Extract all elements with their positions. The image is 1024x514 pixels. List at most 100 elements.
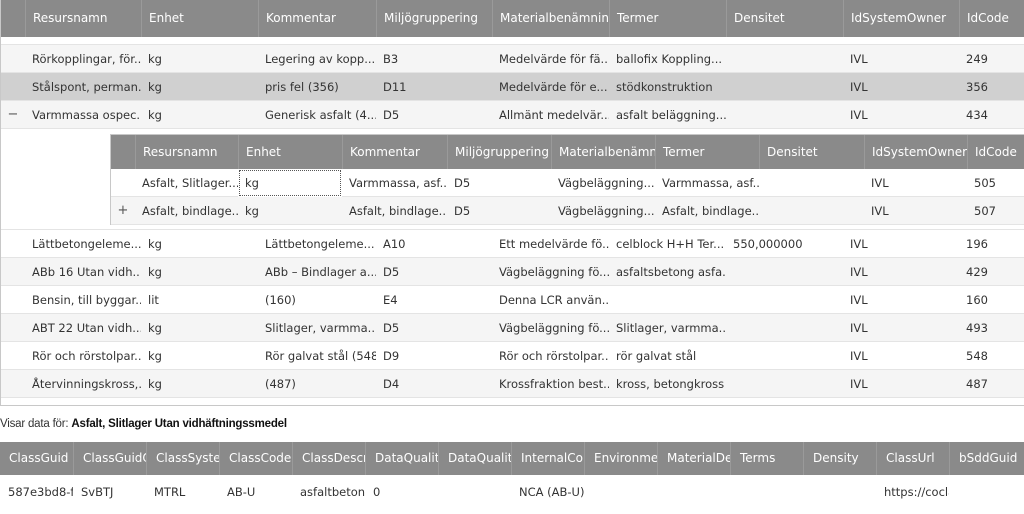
cell-enhet[interactable]: kg: [141, 230, 258, 258]
collapse-row-icon[interactable]: −: [1, 101, 25, 129]
cell-resursnamn[interactable]: Varmmassa ospec...: [25, 101, 141, 129]
column-header-density[interactable]: Density: [803, 442, 876, 475]
cell-densitet[interactable]: [759, 169, 864, 197]
nested-column-header-resursnamn[interactable]: Resursnamn: [135, 135, 238, 169]
table-row[interactable]: Bensin, till byggar... lit (160) E4 Denna LC…: [1, 286, 1024, 314]
cell-termer[interactable]: asfalt beläggning...: [609, 101, 726, 129]
nested-column-header-kommentar[interactable]: Kommentar: [342, 135, 447, 169]
column-header-materialbenamning[interactable]: Materialbenämning: [492, 0, 609, 37]
table-row-partial[interactable]: [1, 37, 1024, 45]
column-header-classsysten[interactable]: ClassSysten: [146, 442, 219, 475]
column-header-termer[interactable]: Termer: [609, 0, 726, 37]
cell-termer[interactable]: rör galvat stål: [609, 342, 726, 370]
cell-materialbenamning[interactable]: Vägbeläggning...: [551, 169, 655, 197]
cell-resursnamn[interactable]: Återvinningskross,...: [25, 370, 141, 398]
expand-row-icon[interactable]: +: [111, 197, 135, 225]
cell-termer[interactable]: celblock H+H Ter...: [609, 230, 726, 258]
cell-materialbenamning[interactable]: Vägbeläggning fö...: [492, 258, 609, 286]
nested-column-header-materialbenamning[interactable]: Materialbenämnin: [551, 135, 655, 169]
nested-column-header-idsystemowner[interactable]: IdSystemOwner: [864, 135, 967, 169]
cell-densitet[interactable]: [726, 314, 843, 342]
cell-id-system-owner[interactable]: IVL: [843, 314, 959, 342]
cell-terms[interactable]: [730, 475, 803, 509]
cell-id-system-owner[interactable]: IVL: [843, 258, 959, 286]
column-header-terms[interactable]: Terms: [730, 442, 803, 475]
cell-classurl[interactable]: https://cocla: [876, 475, 949, 509]
cell-id-code[interactable]: 356: [959, 73, 1024, 101]
cell-miljogruppering[interactable]: B3: [376, 45, 492, 73]
table-row[interactable]: Rör och rörstolpar... kg Rör galvat stål (…: [1, 342, 1024, 370]
cell-densitet[interactable]: [726, 45, 843, 73]
cell-internalcon[interactable]: NCA (AB-U): [511, 475, 584, 509]
cell-resursnamn[interactable]: Stålspont, perman...: [25, 73, 141, 101]
cell-environmen[interactable]: [584, 475, 657, 509]
cell-miljogruppering[interactable]: D5: [447, 169, 551, 197]
cell-densitet[interactable]: 550,000000: [726, 230, 843, 258]
cell-kommentar[interactable]: Rör galvat stål (548): [258, 342, 376, 370]
cell-densitet[interactable]: [759, 197, 864, 225]
cell-classguid[interactable]: 587e3bd8-f7: [0, 475, 73, 509]
cell-materialbenamning[interactable]: Medelvärde för e...: [492, 73, 609, 101]
cell-materialbenamning[interactable]: Medelvärde för fä...: [492, 45, 609, 73]
column-header-idcode[interactable]: IdCode: [959, 0, 1024, 37]
cell-materialbenamning[interactable]: Ett medelvärde fö...: [492, 230, 609, 258]
table-row-partial[interactable]: [1, 398, 1024, 405]
cell-id-system-owner[interactable]: IVL: [843, 101, 959, 129]
cell-density[interactable]: [803, 475, 876, 509]
cell-resursnamn[interactable]: Asfalt, bindlage...: [135, 197, 238, 225]
cell-id-code[interactable]: 487: [959, 370, 1024, 398]
cell-dataquality[interactable]: 0: [365, 475, 438, 509]
cell-id-system-owner[interactable]: IVL: [864, 197, 967, 225]
column-header-bsddguid[interactable]: bSddGuid: [949, 442, 1022, 475]
cell-id-code[interactable]: 196: [959, 230, 1024, 258]
column-header-materialdes[interactable]: MaterialDes: [657, 442, 730, 475]
cell-id-code[interactable]: 507: [967, 197, 1024, 225]
cell-bsddguid[interactable]: [949, 475, 1022, 509]
cell-miljogruppering[interactable]: D9: [376, 342, 492, 370]
cell-resursnamn[interactable]: Lättbetongeleme...: [25, 230, 141, 258]
cell-miljogruppering[interactable]: D5: [376, 314, 492, 342]
cell-enhet[interactable]: kg: [141, 370, 258, 398]
cell-kommentar[interactable]: ABb – Bindlager a...: [258, 258, 376, 286]
cell-resursnamn[interactable]: Bensin, till byggar...: [25, 286, 141, 314]
cell-kommentar[interactable]: Asfalt, bindlage...: [342, 197, 447, 225]
cell-id-system-owner[interactable]: IVL: [843, 45, 959, 73]
cell-materialbenamning[interactable]: Rör och rörstolpar...: [492, 342, 609, 370]
cell-kommentar[interactable]: (160): [258, 286, 376, 314]
column-header-classdescri[interactable]: ClassDescri|: [292, 442, 365, 475]
cell-dataquality[interactable]: [438, 475, 511, 509]
nested-table-row[interactable]: + Asfalt, bindlage... kg Asfalt, bindlage..…: [111, 197, 1024, 225]
cell-densitet[interactable]: [726, 286, 843, 314]
cell-id-system-owner[interactable]: IVL: [843, 230, 959, 258]
cell-termer[interactable]: Asfalt, bindlage...: [655, 197, 759, 225]
cell-id-system-owner[interactable]: IVL: [843, 342, 959, 370]
cell-classsysten[interactable]: MTRL: [146, 475, 219, 509]
column-header-kommentar[interactable]: Kommentar: [258, 0, 376, 37]
column-header-dataquality[interactable]: DataQuality: [365, 442, 438, 475]
cell-materialbenamning[interactable]: Vägbeläggning fö...: [492, 314, 609, 342]
column-header-dataquality[interactable]: DataQuality: [438, 442, 511, 475]
focused-cell-enhet[interactable]: kg: [238, 169, 342, 197]
cell-kommentar[interactable]: Lättbetongeleme...: [258, 230, 376, 258]
cell-enhet[interactable]: kg: [141, 258, 258, 286]
nested-column-header-miljogruppering[interactable]: Miljögruppering: [447, 135, 551, 169]
cell-miljogruppering[interactable]: D5: [376, 101, 492, 129]
cell-kommentar[interactable]: Varmmassa, asf...: [342, 169, 447, 197]
cell-materialbenamning[interactable]: Vägbeläggning...: [551, 197, 655, 225]
cell-id-system-owner[interactable]: IVL: [843, 73, 959, 101]
table-row[interactable]: Lättbetongeleme... kg Lättbetongeleme... A1…: [1, 230, 1024, 258]
column-header-enhet[interactable]: Enhet: [141, 0, 258, 37]
cell-densitet[interactable]: [726, 342, 843, 370]
cell-densitet[interactable]: [726, 258, 843, 286]
column-header-densitet[interactable]: Densitet: [726, 0, 843, 37]
column-header-environmen[interactable]: Environmen: [584, 442, 657, 475]
cell-miljogruppering[interactable]: E4: [376, 286, 492, 314]
table-row[interactable]: Stålspont, perman... kg pris fel (356) D11 M…: [1, 73, 1024, 101]
cell-kommentar[interactable]: pris fel (356): [258, 73, 376, 101]
column-header-idsystemowner[interactable]: IdSystemOwner: [843, 0, 959, 37]
table-row[interactable]: ABb 16 Utan vidh... kg ABb – Bindlager a..…: [1, 258, 1024, 286]
table-row[interactable]: Rörkopplingar, för... kg Legering av kopp.…: [1, 45, 1024, 73]
cell-miljogruppering[interactable]: D4: [376, 370, 492, 398]
cell-id-code[interactable]: 429: [959, 258, 1024, 286]
table-row[interactable]: Återvinningskross,... kg (487) D4 Krossfrakt…: [1, 370, 1024, 398]
